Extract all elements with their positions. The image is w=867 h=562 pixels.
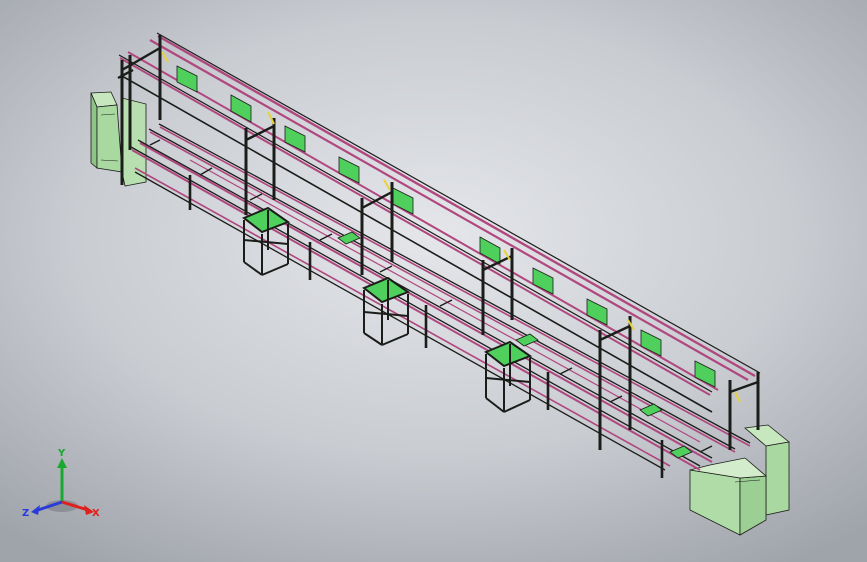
workstation-3[interactable] bbox=[484, 340, 533, 413]
z-axis-head bbox=[31, 505, 40, 515]
cad-viewport[interactable]: Y X Z bbox=[0, 0, 867, 562]
y-axis-label: Y bbox=[57, 448, 66, 459]
conveyor-crossmembers[interactable] bbox=[149, 139, 713, 453]
z-axis-label: Z bbox=[22, 508, 29, 519]
workstation-2[interactable] bbox=[362, 276, 411, 346]
assembly-line-model[interactable] bbox=[0, 0, 867, 562]
y-axis-head bbox=[57, 458, 67, 468]
left-control-cabinet[interactable] bbox=[90, 91, 147, 187]
support-posts[interactable] bbox=[120, 35, 760, 450]
workstation-1[interactable] bbox=[242, 206, 291, 276]
x-axis-label: X bbox=[92, 508, 100, 519]
orientation-triad[interactable]: Y X Z bbox=[22, 446, 110, 526]
overhead-beam[interactable] bbox=[118, 32, 761, 413]
frame-crossbars[interactable] bbox=[117, 46, 759, 394]
conveyor-rails[interactable] bbox=[131, 126, 751, 471]
right-control-cabinet[interactable] bbox=[689, 424, 790, 536]
